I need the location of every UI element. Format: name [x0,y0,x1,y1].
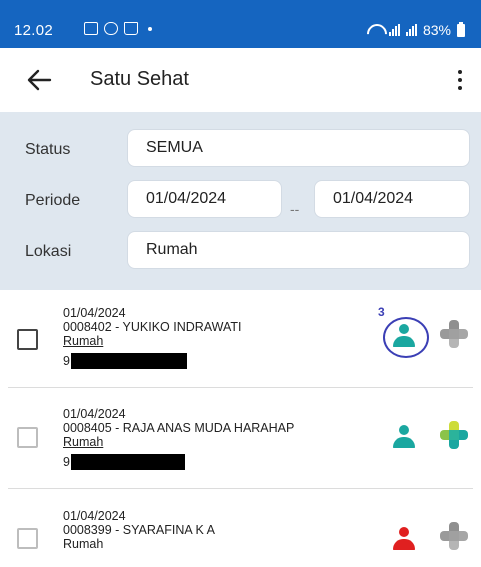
periode-label: Periode [25,192,81,209]
more-notifications-dot-icon [148,26,152,31]
wifi-icon [367,24,383,36]
battery-percent: 83% [422,22,451,38]
record-date: 01/04/2024 [63,509,126,523]
system-icons: 83% [367,21,465,38]
status-bar: 12.02 83% [0,0,481,48]
patient-status-icon[interactable] [391,423,417,449]
shopping-bag-icon [124,22,138,35]
row-checkbox[interactable] [17,329,38,350]
record-patient: 0008402 - YUKIKO INDRAWATI [63,320,242,334]
record-patient: 0008405 - RAJA ANAS MUDA HARAHAP [63,421,295,435]
record-id-prefix: 9 [63,354,70,368]
lokasi-label: Lokasi [25,243,72,260]
record-text: 01/04/2024 0008402 - YUKIKO INDRAWATI Ru… [63,306,242,348]
periode-to-field[interactable]: 01/04/2024 [314,180,470,218]
gallery-icon [84,22,98,35]
filter-panel: Status SEMUA Periode 01/04/2024 -- 01/04… [0,112,481,290]
record-location: Rumah [63,334,104,348]
list-item[interactable]: 01/04/2024 0008405 - RAJA ANAS MUDA HARA… [0,388,481,489]
row-checkbox[interactable] [17,427,38,448]
status-label: Status [25,141,71,158]
record-patient: 0008399 - SYARAFINA K A [63,523,215,537]
chat-icon [104,22,118,35]
page-title: Satu Sehat [90,68,189,90]
signal-2-icon [405,24,417,36]
record-date: 01/04/2024 [63,306,126,320]
satusehat-sync-icon[interactable] [440,522,468,550]
signal-icon [388,24,400,36]
record-date: 01/04/2024 [63,407,126,421]
row-checkbox[interactable] [17,528,38,549]
battery-icon [457,21,465,37]
status-select[interactable]: SEMUA [127,129,470,167]
back-arrow-icon[interactable] [26,67,52,93]
status-time: 12.02 [14,22,54,39]
satusehat-sync-icon[interactable] [440,320,468,348]
more-options-icon[interactable] [448,68,472,92]
record-id-prefix: 9 [63,455,70,469]
annotation-number: 3 [378,305,385,319]
record-text: 01/04/2024 0008405 - RAJA ANAS MUDA HARA… [63,407,294,449]
periode-separator: -- [290,201,300,217]
list-item[interactable]: 01/04/2024 0008399 - SYARAFINA K A Rumah [0,489,481,567]
record-text: 01/04/2024 0008399 - SYARAFINA K A Rumah [63,509,215,551]
redacted-block [71,454,185,470]
annotation-circle [383,317,429,358]
notification-icons [84,22,152,35]
satusehat-sync-icon[interactable] [440,421,468,449]
patient-status-icon[interactable] [391,525,417,551]
lokasi-select[interactable]: Rumah [127,231,470,269]
periode-from-field[interactable]: 01/04/2024 [127,180,282,218]
record-location: Rumah [63,537,104,551]
redacted-block [71,353,187,369]
record-location: Rumah [63,435,104,449]
app-bar: Satu Sehat [0,48,481,112]
